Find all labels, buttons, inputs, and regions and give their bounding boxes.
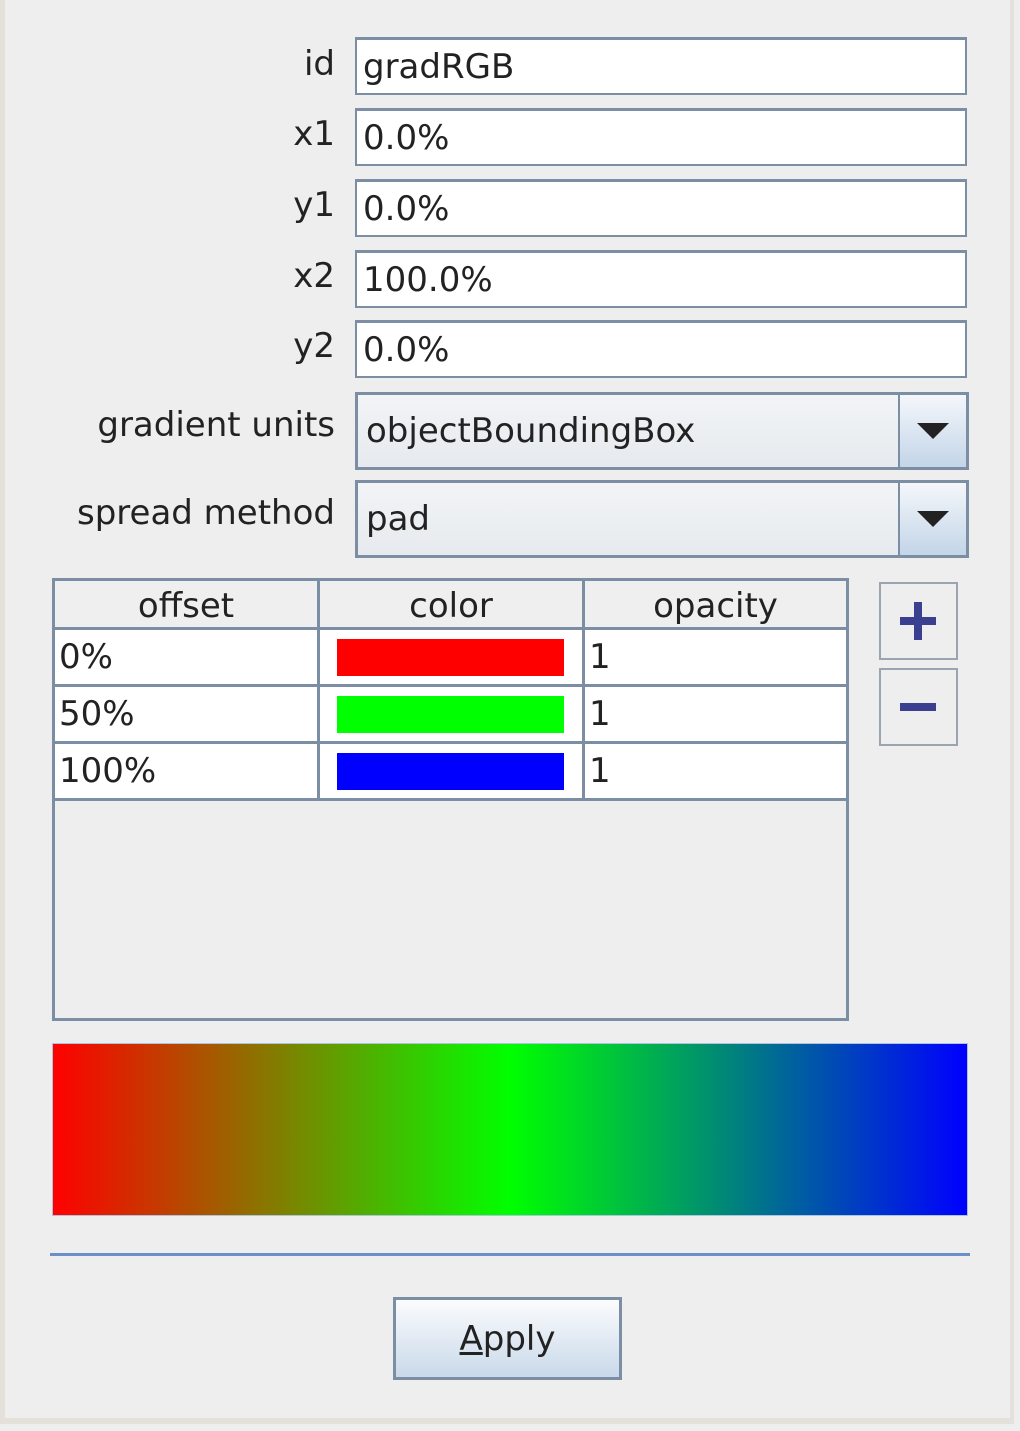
x1-label: x1	[293, 114, 335, 154]
color-cell[interactable]	[320, 630, 585, 684]
color-cell[interactable]	[320, 687, 585, 741]
table-row[interactable]: 100% 1	[55, 744, 846, 801]
separator	[50, 1253, 970, 1256]
opacity-cell[interactable]: 1	[585, 744, 846, 798]
gradient-preview	[52, 1043, 968, 1216]
color-swatch[interactable]	[337, 753, 564, 790]
x2-field[interactable]: 100.0%	[355, 250, 967, 308]
gradient-units-value: objectBoundingBox	[366, 411, 696, 451]
spread-method-select[interactable]: pad	[355, 480, 969, 558]
header-opacity[interactable]: opacity	[585, 581, 849, 630]
apply-button[interactable]: Apply	[393, 1297, 622, 1380]
y2-field[interactable]: 0.0%	[355, 320, 967, 378]
apply-label: pply	[482, 1319, 556, 1359]
x1-field[interactable]: 0.0%	[355, 108, 967, 166]
offset-cell[interactable]: 50%	[55, 687, 320, 741]
color-cell[interactable]	[320, 744, 585, 798]
gradient-units-select[interactable]: objectBoundingBox	[355, 392, 969, 470]
y1-field[interactable]: 0.0%	[355, 179, 967, 237]
apply-mnemonic: A	[459, 1319, 483, 1359]
spread-method-label: spread method	[77, 493, 335, 533]
gradient-units-label: gradient units	[97, 405, 335, 445]
header-color[interactable]: color	[320, 581, 585, 630]
stops-table[interactable]: offset color opacity 0% 1 50% 1 100% 1	[52, 578, 849, 1021]
add-stop-button[interactable]	[879, 582, 958, 660]
chevron-down-icon[interactable]	[898, 395, 966, 467]
offset-cell[interactable]: 0%	[55, 630, 320, 684]
table-row[interactable]: 50% 1	[55, 687, 846, 744]
y2-label: y2	[293, 326, 335, 366]
color-swatch[interactable]	[337, 696, 564, 733]
x2-label: x2	[293, 256, 335, 296]
plus-icon	[900, 602, 936, 640]
remove-stop-button[interactable]	[879, 668, 958, 746]
offset-cell[interactable]: 100%	[55, 744, 320, 798]
spread-method-value: pad	[366, 499, 430, 539]
id-label: id	[303, 44, 335, 84]
y1-label: y1	[293, 185, 335, 225]
header-offset[interactable]: offset	[55, 581, 320, 630]
opacity-cell[interactable]: 1	[585, 687, 846, 741]
minus-icon	[900, 703, 936, 711]
table-row[interactable]: 0% 1	[55, 630, 846, 687]
id-field[interactable]: gradRGB	[355, 37, 967, 95]
chevron-down-icon[interactable]	[898, 483, 966, 555]
opacity-cell[interactable]: 1	[585, 630, 846, 684]
color-swatch[interactable]	[337, 639, 564, 676]
